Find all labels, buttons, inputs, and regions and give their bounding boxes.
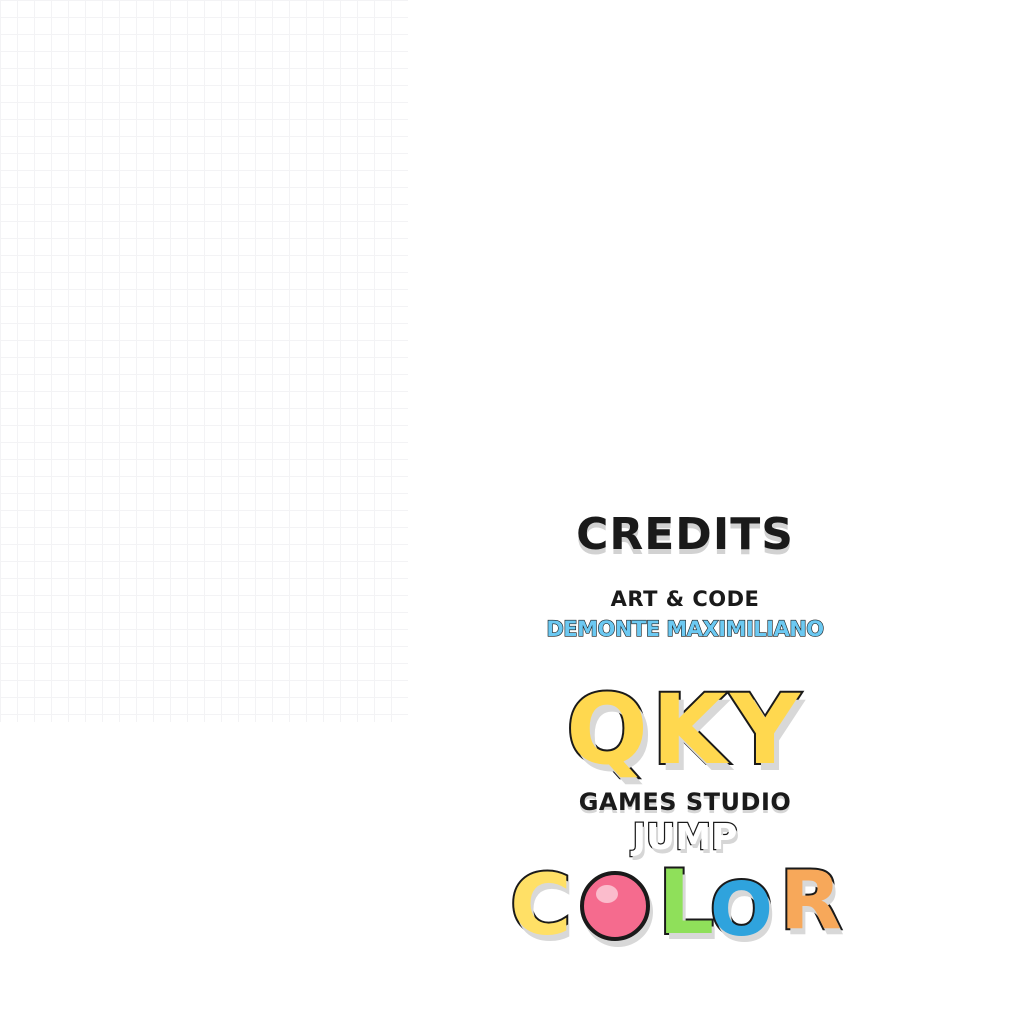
game-title-color: C L O R [508,851,862,954]
credits-screen: CREDITS ART & CODE DEMONTE MAXIMILIANO Q… [0,0,1024,1024]
author-name: DEMONTE MAXIMILIANO [546,616,825,641]
pink-ball-icon [580,871,650,941]
color-letter-l: L [656,851,716,954]
color-letter-c: C [508,856,574,954]
studio-logo: QKY [564,673,804,787]
color-letter-r: R [778,854,844,947]
role-label: ART & CODE [610,587,760,611]
color-letter-o: O [708,867,775,953]
studio-subtitle: GAMES STUDIO [578,788,792,816]
grid-background [0,0,408,722]
credits-title: CREDITS [576,509,794,560]
